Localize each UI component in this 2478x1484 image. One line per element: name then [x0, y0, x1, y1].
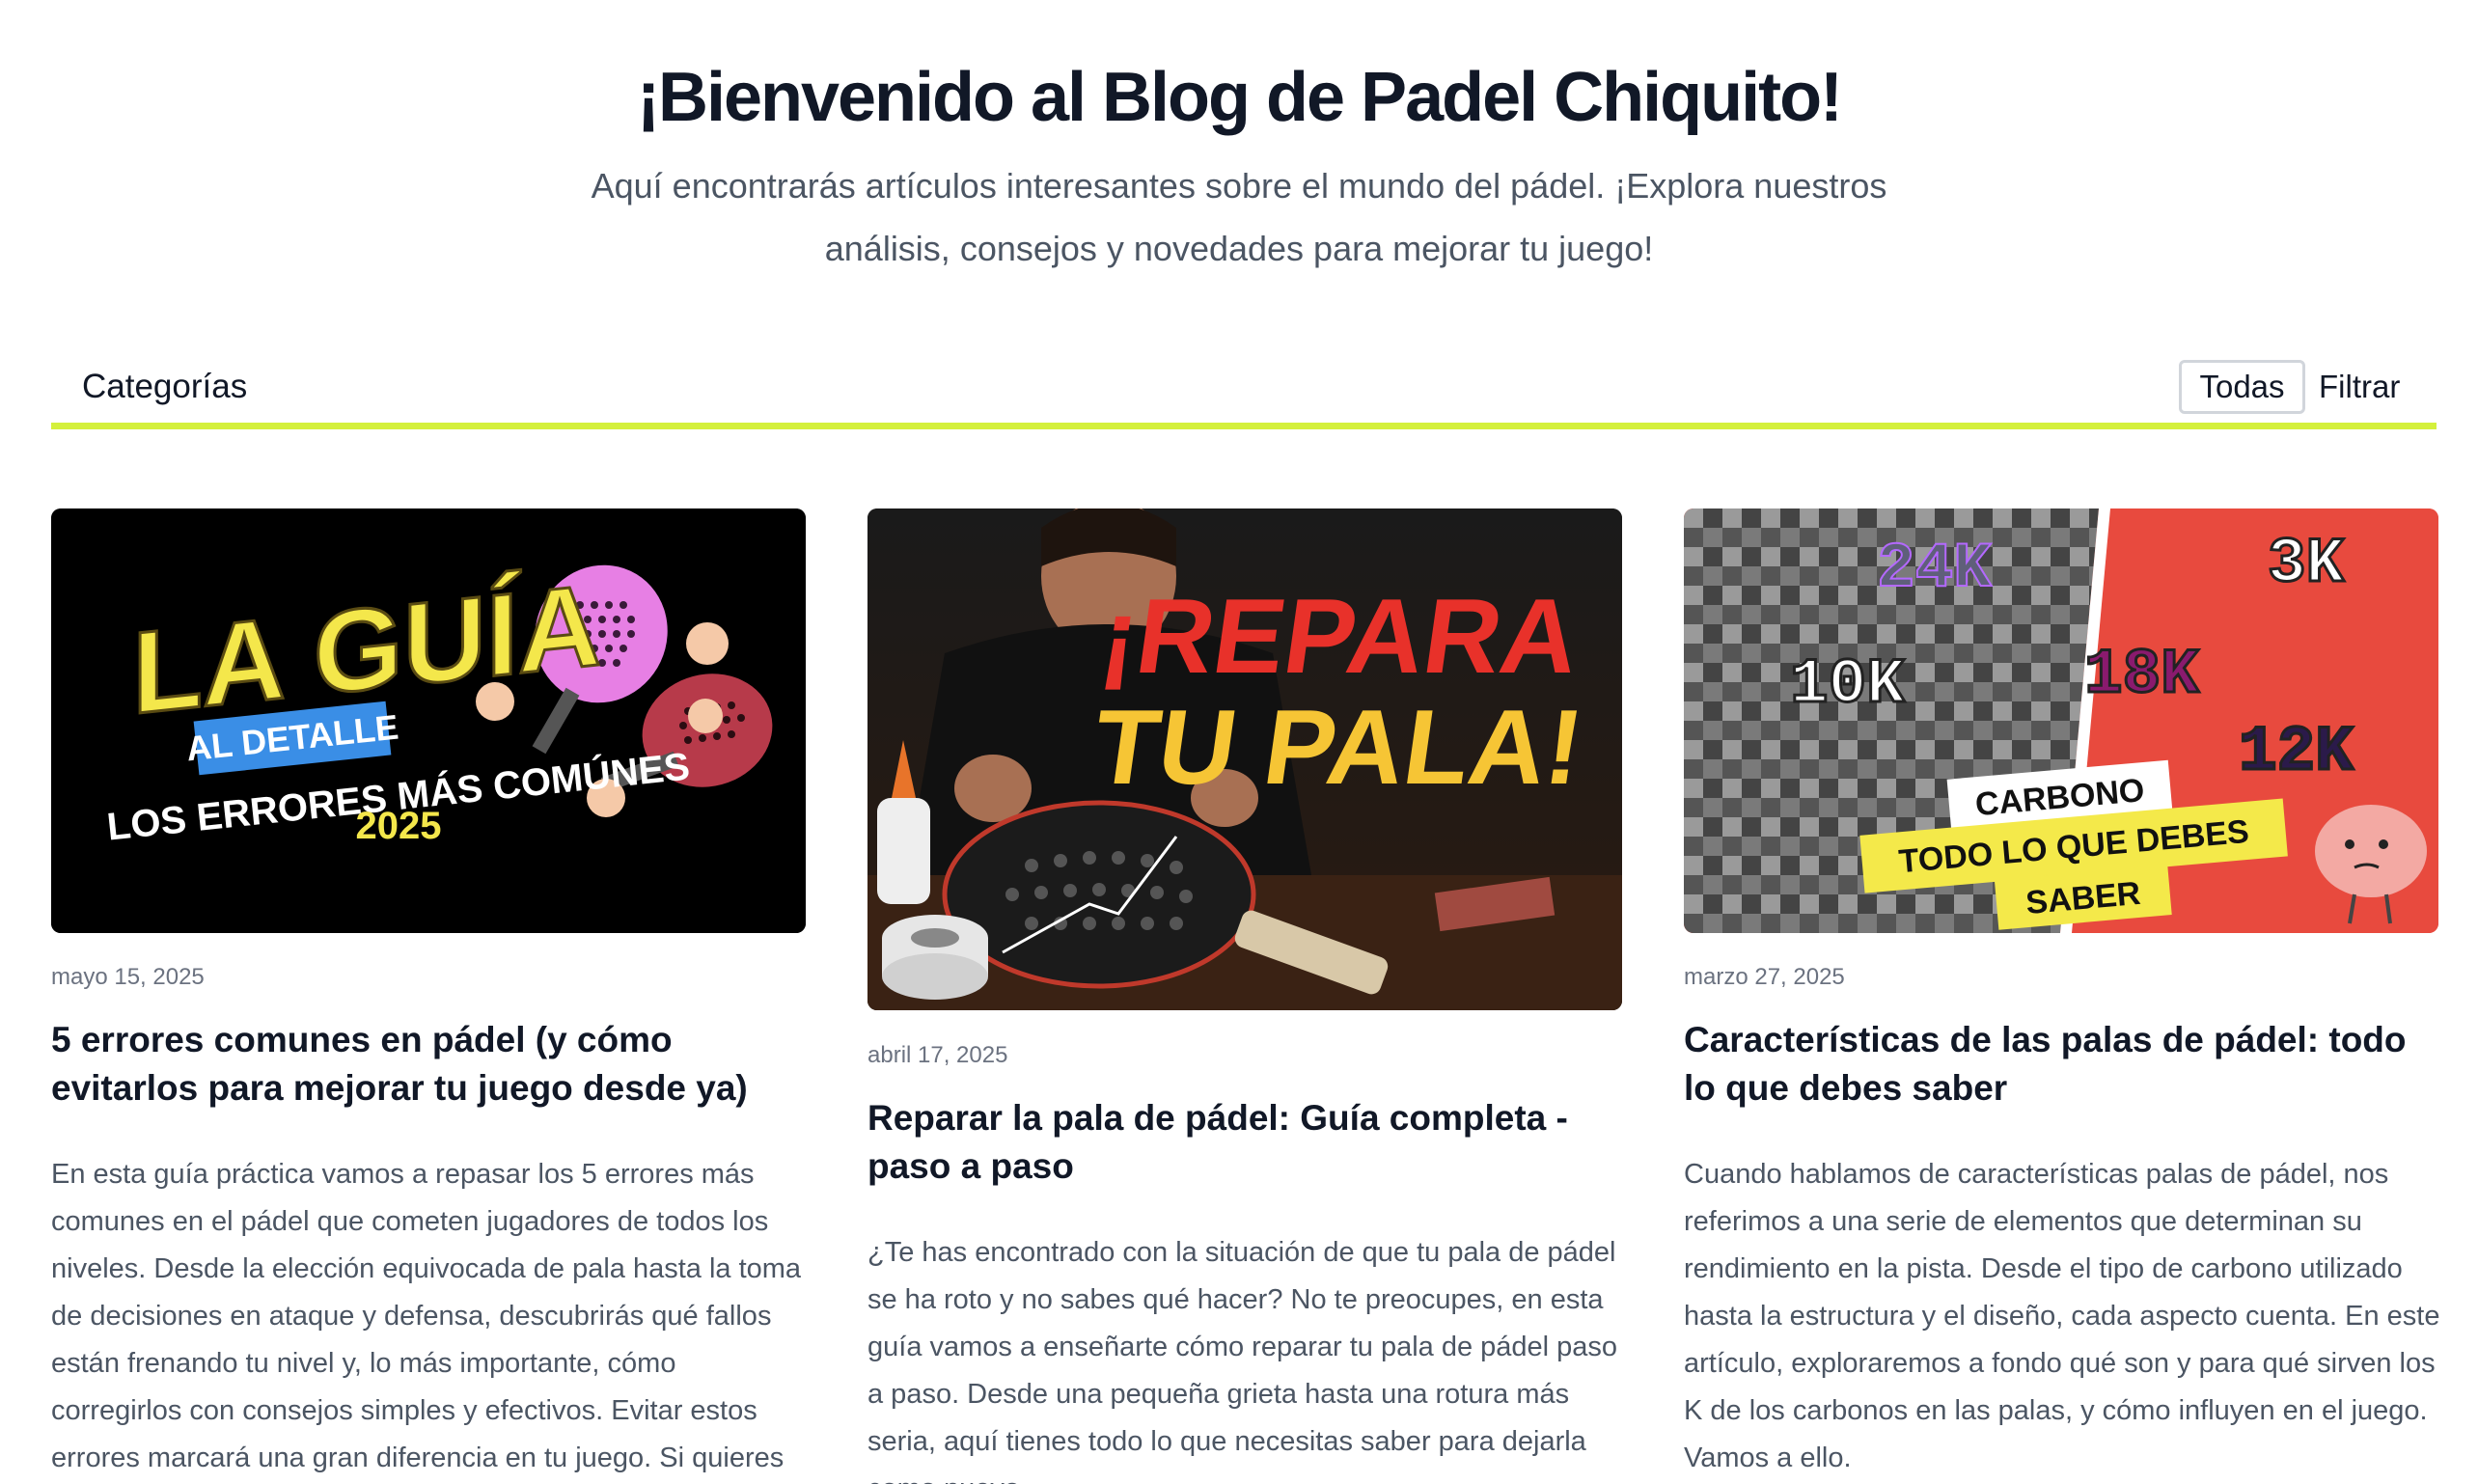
- category-all-button[interactable]: Todas: [2179, 360, 2305, 414]
- page-title: ¡Bienvenido al Blog de Padel Chiquito!: [636, 59, 1843, 136]
- post-thumbnail[interactable]: LA GUÍA AL DETALLE LOS ERRORES MÁS COMÚN…: [51, 508, 806, 933]
- post-thumbnail[interactable]: ¡REPARA TU PALA!: [867, 508, 1622, 1010]
- image-text-line1: ¡REPARA: [1094, 577, 1586, 695]
- image-text-line3: 2025: [356, 805, 442, 847]
- carbon-types-image: 24K 3K 10K 18K 12K CARBONO TODO LO QUE D…: [1684, 508, 2438, 933]
- page-subtitle: Aquí encontrarás artículos interesantes …: [591, 166, 1887, 268]
- post-date: abril 17, 2025: [867, 1042, 1008, 1068]
- image-text-line2: TU PALA!: [1087, 688, 1590, 806]
- categories-title: Categorías: [82, 368, 248, 405]
- image-text-k4: 18K: [2084, 639, 2199, 711]
- post-thumbnail[interactable]: 24K 3K 10K 18K 12K CARBONO TODO LO QUE D…: [1684, 508, 2438, 933]
- categories-bar: Categorías Todas Filtrar: [51, 352, 2437, 429]
- image-text-k1: 24K: [1877, 533, 1992, 605]
- image-text-k5: 12K: [2239, 716, 2354, 788]
- post-excerpt: Cuando hablamos de características palas…: [1684, 1159, 2440, 1473]
- image-text-k2: 3K: [2268, 528, 2345, 600]
- post-title[interactable]: Características de las palas de pádel: t…: [1684, 1016, 2446, 1113]
- tape-roll-icon: [882, 915, 988, 1000]
- post-excerpt: ¿Te has encontrado con la situación de q…: [867, 1237, 1618, 1484]
- post-date: mayo 15, 2025: [51, 964, 205, 990]
- guide-errors-image: LA GUÍA AL DETALLE LOS ERRORES MÁS COMÚN…: [51, 508, 806, 933]
- post-title[interactable]: 5 errores comunes en pádel (y cómo evita…: [51, 1016, 813, 1113]
- image-text-k3: 10K: [1790, 648, 1905, 721]
- repair-paddle-image: ¡REPARA TU PALA!: [867, 508, 1622, 1010]
- post-date: marzo 27, 2025: [1684, 964, 1845, 990]
- filter-button[interactable]: Filtrar: [2319, 360, 2400, 414]
- post-title[interactable]: Reparar la pala de pádel: Guía completa …: [867, 1094, 1630, 1191]
- post-excerpt: En esta guía práctica vamos a repasar lo…: [51, 1159, 802, 1473]
